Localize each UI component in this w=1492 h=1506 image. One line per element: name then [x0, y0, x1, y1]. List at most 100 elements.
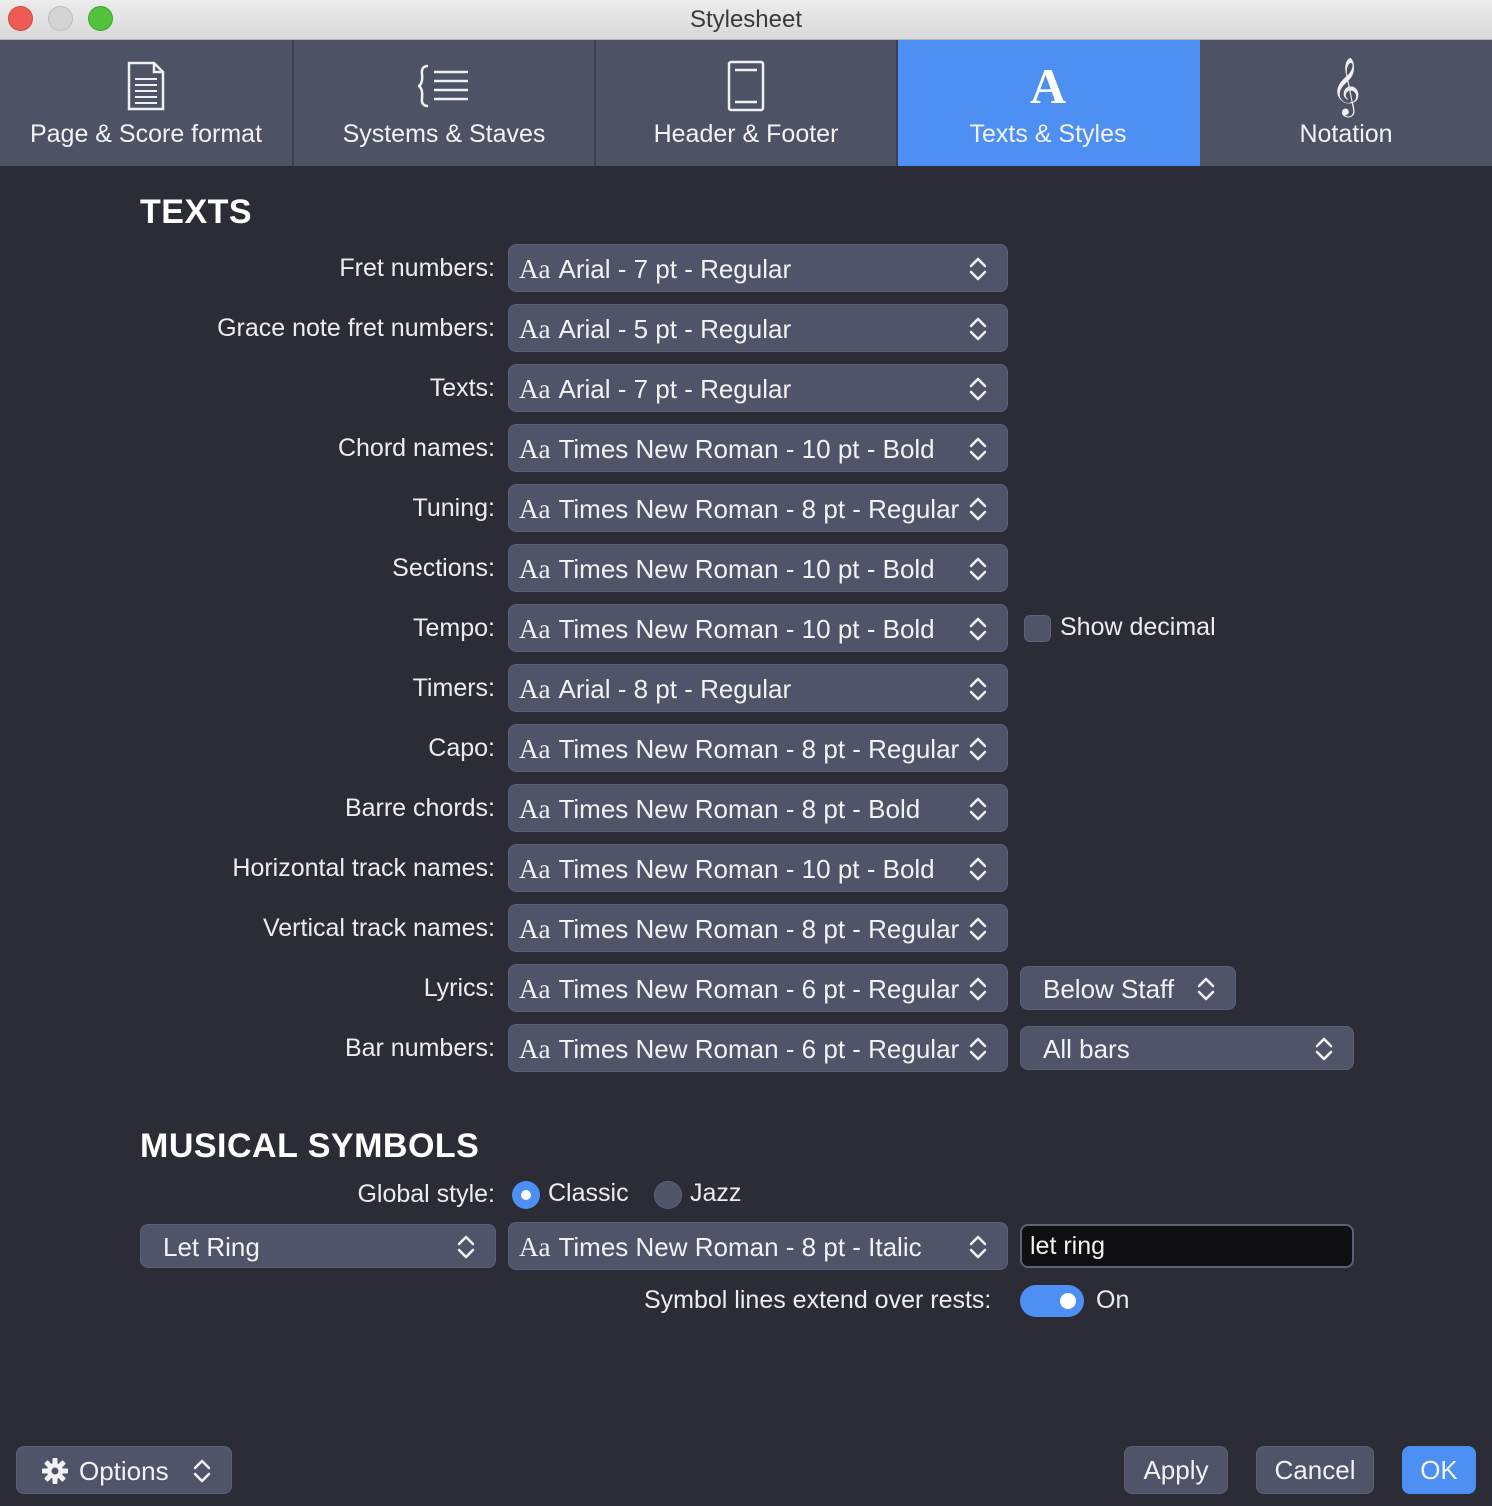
extend-over-rests-state: On [1096, 1286, 1130, 1314]
show-decimal-checkbox[interactable] [1024, 615, 1051, 642]
tab-header-footer[interactable]: Header & Footer [596, 40, 898, 166]
font-select-value: Aa Times New Roman - 10 pt - Bold [519, 614, 935, 644]
grace-note-fret-numbers-label: Grace note fret numbers: [217, 314, 495, 342]
extend-over-rests-label: Symbol lines extend over rests: [644, 1286, 992, 1314]
font-select-value: Aa Arial - 7 pt - Regular [519, 374, 792, 404]
font-select-value: Aa Times New Roman - 10 pt - Bold [519, 434, 935, 464]
chevron-updown-icon [967, 675, 989, 703]
header-footer-icon [596, 60, 896, 112]
horizontal-track-names-label: Horizontal track names: [232, 854, 495, 882]
toggle-knob [1060, 1293, 1076, 1309]
chevron-updown-icon [967, 375, 989, 403]
options-label: Options [79, 1456, 169, 1486]
symbol-font-select[interactable]: Aa Times New Roman - 8 pt - Italic [508, 1222, 1008, 1270]
font-select-value: Aa Arial - 7 pt - Regular [519, 254, 792, 284]
classic-radio[interactable] [512, 1181, 540, 1209]
symbol-text-field[interactable] [1020, 1224, 1354, 1268]
font-select-value: Aa Times New Roman - 6 pt - Regular [519, 1034, 960, 1064]
texts-label: Texts: [429, 374, 495, 402]
timers-label: Timers: [412, 674, 495, 702]
chevron-updown-icon [967, 555, 989, 583]
bar-numbers-label: Bar numbers: [344, 1034, 495, 1062]
options-menu-button[interactable]: Options [16, 1446, 232, 1494]
font-select-value: Aa Arial - 5 pt - Regular [519, 314, 792, 344]
musical-symbols-section-title: MUSICAL SYMBOLS [140, 1127, 480, 1165]
font-select-value: Aa Times New Roman - 8 pt - Regular [519, 914, 960, 944]
tab-label: Systems & Staves [342, 120, 546, 148]
barre-chords-font-select[interactable]: Aa Times New Roman - 8 pt - Bold [508, 784, 1008, 832]
tab-label: Texts & Styles [969, 120, 1127, 148]
bar-numbers-mode-value: All bars [1043, 1034, 1130, 1064]
symbol-font-value: Aa Times New Roman - 8 pt - Italic [519, 1232, 922, 1262]
cancel-button[interactable]: Cancel [1256, 1446, 1374, 1494]
texts-section-title: TEXTS [140, 193, 253, 231]
vertical-track-names-font-select[interactable]: Aa Times New Roman - 8 pt - Regular [508, 904, 1008, 952]
grace-note-fret-numbers-font-select[interactable]: Aa Arial - 5 pt - Regular [508, 304, 1008, 352]
capo-font-select[interactable]: Aa Times New Roman - 8 pt - Regular [508, 724, 1008, 772]
font-select-value: Aa Times New Roman - 8 pt - Regular [519, 494, 960, 524]
lyrics-label: Lyrics: [423, 974, 495, 1002]
barre-chords-label: Barre chords: [344, 794, 495, 822]
jazz-radio-label: Jazz [690, 1179, 742, 1207]
tab-notation[interactable]: 𝄞 Notation [1200, 40, 1492, 166]
chevron-updown-icon [967, 975, 989, 1003]
chevron-updown-icon [967, 915, 989, 943]
show-decimal-label: Show decimal [1060, 613, 1216, 641]
tab-label: Notation [1299, 120, 1393, 148]
lyrics-position-select[interactable]: Below Staff [1020, 966, 1236, 1010]
text-style-icon: A [1029, 58, 1067, 114]
chevron-updown-icon [967, 435, 989, 463]
bar-numbers-font-select[interactable]: Aa Times New Roman - 6 pt - Regular [508, 1024, 1008, 1072]
global-style-label: Global style: [357, 1180, 495, 1208]
tab-systems-staves[interactable]: Systems & Staves [294, 40, 596, 166]
tab-label: Page & Score format [29, 120, 263, 148]
font-select-value: Aa Times New Roman - 8 pt - Regular [519, 734, 960, 764]
jazz-radio[interactable] [654, 1181, 682, 1209]
symbol-select-value: Let Ring [163, 1232, 260, 1262]
lyrics-position-value: Below Staff [1043, 974, 1175, 1004]
ok-button[interactable]: OK [1402, 1446, 1476, 1494]
fret-numbers-label: Fret numbers: [339, 254, 495, 282]
chevron-updown-icon [967, 255, 989, 283]
tab-page-score-format[interactable]: Page & Score format [0, 40, 294, 166]
symbol-select[interactable]: Let Ring [140, 1224, 496, 1268]
bar-numbers-mode-select[interactable]: All bars [1020, 1026, 1354, 1070]
chord-names-label: Chord names: [337, 434, 495, 462]
tempo-font-select[interactable]: Aa Times New Roman - 10 pt - Bold [508, 604, 1008, 652]
classic-radio-label: Classic [548, 1179, 629, 1207]
chevron-updown-icon [967, 1035, 989, 1063]
tab-texts-styles[interactable]: A Texts & Styles [898, 40, 1200, 166]
chevron-updown-icon [967, 495, 989, 523]
tuning-font-select[interactable]: Aa Times New Roman - 8 pt - Regular [508, 484, 1008, 532]
font-select-value: Aa Arial - 8 pt - Regular [519, 674, 792, 704]
chord-names-font-select[interactable]: Aa Times New Roman - 10 pt - Bold [508, 424, 1008, 472]
fret-numbers-font-select[interactable]: Aa Arial - 7 pt - Regular [508, 244, 1008, 292]
treble-clef-icon: 𝄞 [1331, 57, 1361, 115]
chevron-updown-icon [967, 735, 989, 763]
page-icon [0, 60, 292, 112]
lyrics-font-select[interactable]: Aa Times New Roman - 6 pt - Regular [508, 964, 1008, 1012]
tempo-label: Tempo: [413, 614, 495, 642]
chevron-updown-icon [967, 795, 989, 823]
chevron-updown-icon [967, 615, 989, 643]
symbol-text-input[interactable] [1022, 1226, 1352, 1266]
staves-icon [294, 60, 594, 112]
chevron-updown-icon [1195, 975, 1217, 1003]
horizontal-track-names-font-select[interactable]: Aa Times New Roman - 10 pt - Bold [508, 844, 1008, 892]
font-select-value: Aa Times New Roman - 6 pt - Regular [519, 974, 960, 1004]
extend-over-rests-toggle[interactable] [1020, 1285, 1084, 1317]
tab-bar: Page & Score format Systems & Staves Hea… [0, 40, 1492, 166]
chevron-updown-icon [1313, 1035, 1335, 1063]
font-select-value: Aa Times New Roman - 10 pt - Bold [519, 554, 935, 584]
texts-font-select[interactable]: Aa Arial - 7 pt - Regular [508, 364, 1008, 412]
font-select-value: Aa Times New Roman - 10 pt - Bold [519, 854, 935, 884]
apply-button[interactable]: Apply [1124, 1446, 1228, 1494]
gear-icon [41, 1457, 69, 1485]
window-title: Stylesheet [689, 6, 803, 33]
sections-font-select[interactable]: Aa Times New Roman - 10 pt - Bold [508, 544, 1008, 592]
capo-label: Capo: [428, 734, 495, 762]
title-bar: Stylesheet [0, 0, 1492, 40]
chevron-updown-icon [967, 315, 989, 343]
timers-font-select[interactable]: Aa Arial - 8 pt - Regular [508, 664, 1008, 712]
font-select-value: Aa Times New Roman - 8 pt - Bold [519, 794, 921, 824]
